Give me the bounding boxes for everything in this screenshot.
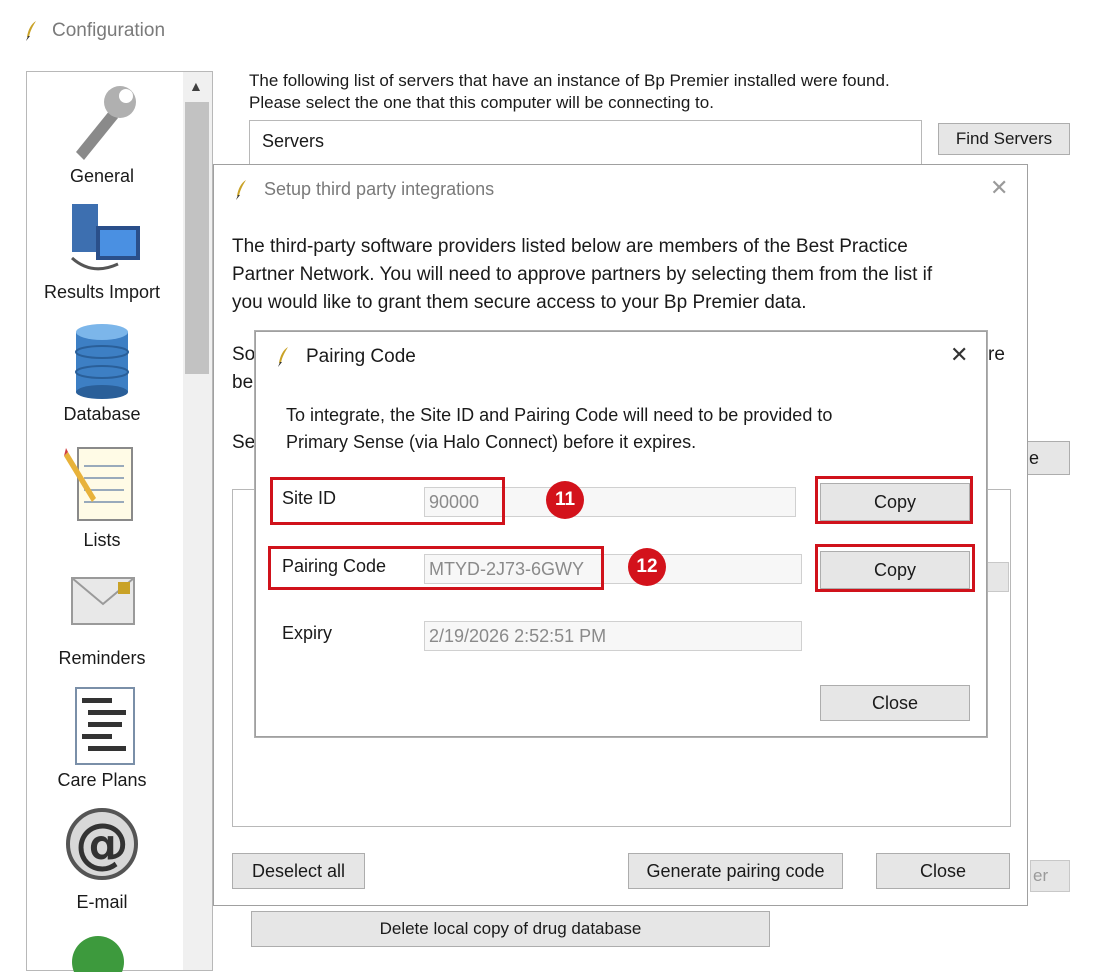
sidebar-item-general[interactable]: General [27,80,177,187]
sidebar-item-label: E-mail [76,892,128,912]
partial-bottom-right-button[interactable]: er [1030,860,1070,892]
wrench-icon [76,86,136,160]
gear-icon [72,936,124,972]
delete-drug-database-button[interactable]: Delete local copy of drug database [251,911,770,947]
app-quill-icon [26,21,36,41]
scroll-up-icon[interactable]: ▲ [189,78,203,94]
window-title: Configuration [52,20,166,41]
intro-line-1: The following list of servers that have … [249,71,890,90]
config-sidebar: ▲ General Results Import Database Lists … [26,71,213,972]
sidebar-item-results-import[interactable]: Results Import [27,198,177,303]
sidebar-item-email[interactable]: @ E-mail [27,804,177,913]
pairing-quill-icon [278,347,288,367]
integrations-desc-line-3: you would like to grant them secure acce… [232,292,807,313]
sidebar-item-database[interactable]: Database [27,322,177,425]
pairing-desc-line-1: To integrate, the Site ID and Pairing Co… [286,405,833,425]
integrations-partial-text-be: be [232,372,254,393]
at-sign-icon: @ [66,808,138,880]
sidebar-item-label: Reminders [58,648,146,668]
sidebar-item-label: Database [63,404,141,424]
pairing-desc-line-2: Primary Sense (via Halo Connect) before … [286,432,697,452]
integrations-desc-line-2: Partner Network. You will need to approv… [232,264,933,285]
integrations-partial-text-so: So [232,344,256,365]
svg-text:@: @ [75,812,129,875]
sidebar-item-lists[interactable]: Lists [27,442,177,551]
integrations-dialog-title: Setup third party integrations [264,179,495,199]
expiry-label: Expiry [282,623,333,643]
integrations-desc-line-1: The third-party software providers liste… [232,236,908,257]
document-icon [75,687,135,765]
sidebar-item-label: General [69,166,135,186]
annotation-badge-11: 11 [546,481,584,519]
servers-header: Servers [262,131,325,151]
partial-right-button[interactable]: e [1026,441,1070,475]
computer-icon [70,204,140,271]
pairing-close-icon[interactable]: ✕ [950,342,968,368]
generate-pairing-code-button[interactable]: Generate pairing code [628,853,843,889]
sidebar-item-label: Lists [83,530,121,550]
annotation-badge-12: 12 [628,548,666,586]
servers-list[interactable]: Servers [249,120,922,170]
sidebar-item-care-plans[interactable]: Care Plans [27,684,177,791]
dialog-quill-icon [236,180,246,200]
pairing-close-button[interactable]: Close [820,685,970,721]
deselect-all-button[interactable]: Deselect all [232,853,365,889]
sidebar-item-label: Care Plans [57,770,147,790]
find-servers-button[interactable]: Find Servers [938,123,1070,155]
sidebar-item-reminders[interactable]: Reminders [27,564,177,669]
expiry-field[interactable]: 2/19/2026 2:52:51 PM [424,621,802,651]
integrations-close-icon[interactable]: ✕ [990,175,1008,201]
integrations-close-button[interactable]: Close [876,853,1010,889]
notepad-icon [64,447,133,521]
highlight-site-id [270,477,505,525]
highlight-copy-pairing-code [815,544,975,592]
sidebar-item-label: Results Import [43,282,161,302]
integrations-partial-text-se: Se [232,432,256,453]
highlight-copy-site-id [815,476,973,524]
envelope-icon [71,577,135,625]
pairing-dialog-title: Pairing Code [306,346,416,367]
database-icon [75,324,129,399]
integrations-partial-text-re: re [988,344,1005,365]
intro-line-2: Please select the one that this computer… [249,93,714,112]
sidebar-scrollbar-thumb[interactable] [185,102,209,374]
pairing-code-dialog: Pairing Code ✕ To integrate, the Site ID… [255,331,987,737]
highlight-pairing-code [268,546,604,590]
